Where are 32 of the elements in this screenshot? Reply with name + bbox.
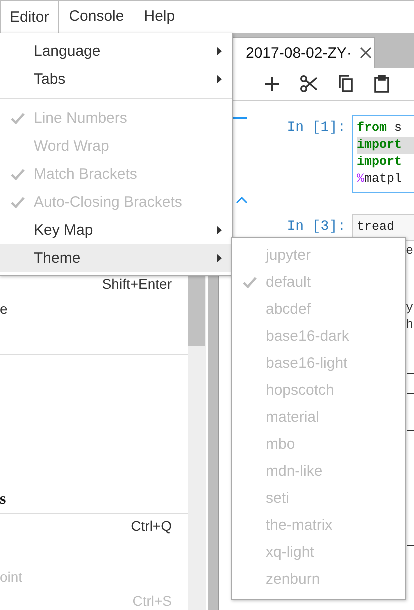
submenu-arrow-icon xyxy=(217,47,222,56)
menu-item[interactable]: Key Map xyxy=(0,216,232,244)
section-heading-fragment: s xyxy=(0,491,6,509)
menu-entry-fragment: oint xyxy=(0,569,23,585)
menu-item[interactable]: Tabs xyxy=(0,65,232,93)
menu-bar-item[interactable]: Editor xyxy=(0,0,60,34)
menu-item[interactable]: Theme xyxy=(0,244,232,272)
shortcut-label: Ctrl+Q xyxy=(131,518,172,534)
code-cell[interactable]: from s import import %matpl xyxy=(352,115,414,193)
close-icon[interactable] xyxy=(360,47,372,59)
caret-icon[interactable] xyxy=(236,197,248,204)
submenu-arrow-icon xyxy=(217,75,222,84)
code-line: tread xyxy=(357,219,396,236)
menu-bar-item[interactable]: Console xyxy=(59,0,134,33)
output-text: h xyxy=(406,317,414,334)
add-icon[interactable] xyxy=(264,76,280,92)
code-line: import xyxy=(357,154,404,171)
menu-entry-fragment: e xyxy=(0,301,8,317)
submenu-arrow-icon xyxy=(217,226,222,235)
output-text: y xyxy=(406,300,414,317)
cell-prompt: In [3]: xyxy=(286,218,347,235)
cell-prompt: In [1]: xyxy=(286,119,347,136)
output-text: e xyxy=(406,243,414,260)
code-line: %matpl xyxy=(357,171,404,188)
menu-bar-item[interactable]: Help xyxy=(134,0,186,33)
shortcut-label: Ctrl+S xyxy=(132,593,172,609)
copy-icon[interactable] xyxy=(338,75,354,93)
cut-icon[interactable] xyxy=(300,75,318,93)
paste-icon[interactable] xyxy=(374,75,390,93)
shortcut-label: Shift+Enter xyxy=(102,276,172,292)
code-line: from s xyxy=(357,120,404,137)
submenu-arrow-icon xyxy=(217,254,222,263)
